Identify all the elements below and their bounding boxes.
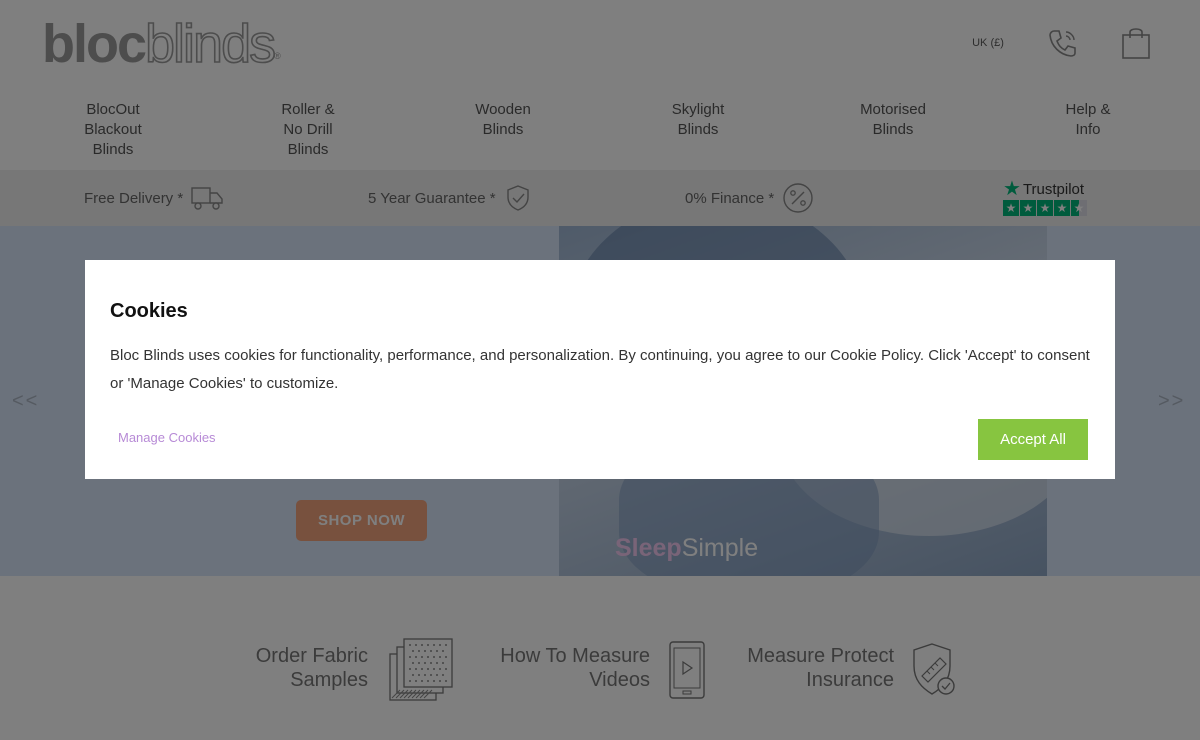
manage-cookies-link[interactable]: Manage Cookies	[118, 430, 216, 445]
accept-all-button[interactable]: Accept All	[978, 419, 1088, 460]
cookie-modal-title: Cookies	[110, 300, 188, 322]
cookie-modal-text: Bloc Blinds uses cookies for functionali…	[110, 347, 1090, 392]
cookie-consent-modal: Cookies Bloc Blinds uses cookies for fun…	[85, 260, 1115, 479]
